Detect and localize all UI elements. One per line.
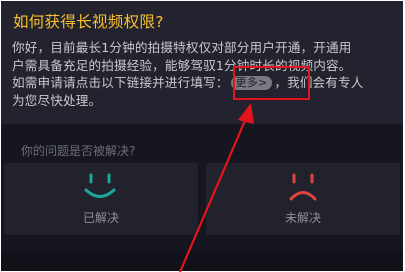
annotation-arrow-icon <box>178 103 254 272</box>
